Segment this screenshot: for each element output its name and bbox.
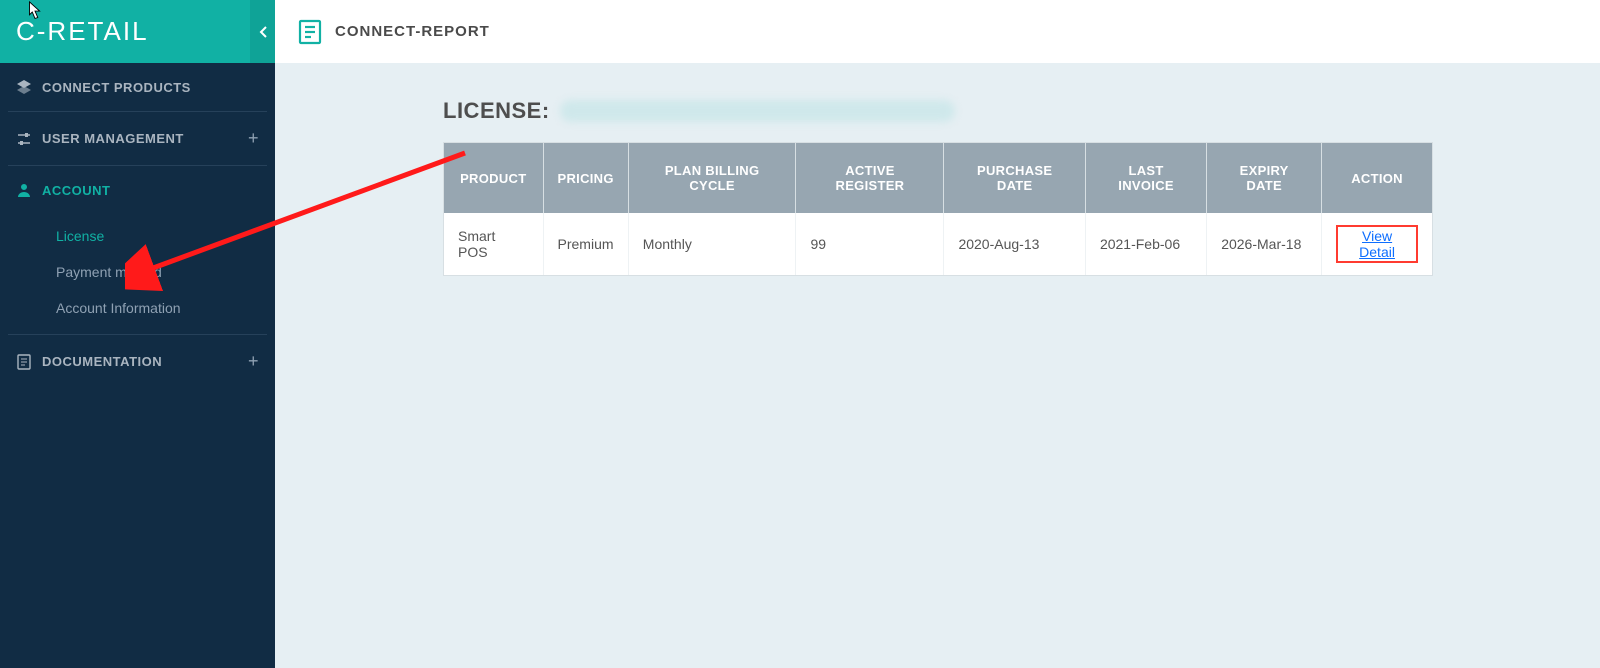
license-value-redacted (560, 100, 955, 122)
license-table: PRODUCT PRICING PLAN BILLING CYCLE ACTIV… (443, 142, 1433, 276)
cell-billing-cycle: Monthly (628, 213, 796, 275)
document-icon (16, 354, 32, 370)
cell-purchase-date: 2020-Aug-13 (944, 213, 1086, 275)
col-billing-cycle: PLAN BILLING CYCLE (628, 143, 796, 213)
layers-icon (16, 79, 32, 95)
sidebar-subitem-license[interactable]: License (8, 218, 267, 254)
cell-expiry-date: 2026-Mar-18 (1207, 213, 1322, 275)
report-icon (297, 19, 323, 45)
col-expiry-date: EXPIRY DATE (1207, 143, 1322, 213)
sidebar-subitem-label: Account Information (56, 300, 181, 316)
page-breadcrumb: CONNECT-REPORT (335, 23, 490, 40)
sidebar-collapse-button[interactable] (250, 0, 275, 63)
cell-pricing: Premium (543, 213, 628, 275)
sidebar-subitem-label: License (56, 228, 104, 244)
col-last-invoice: LAST INVOICE (1085, 143, 1206, 213)
expand-icon: + (248, 128, 259, 149)
col-active-register: ACTIVE REGISTER (796, 143, 944, 213)
page-title: LICENSE: (443, 98, 1552, 124)
cell-action: View Detail (1322, 213, 1432, 275)
table-row: Smart POS Premium Monthly 99 2020-Aug-13… (444, 213, 1432, 275)
col-purchase-date: PURCHASE DATE (944, 143, 1086, 213)
page-title-text: LICENSE: (443, 98, 550, 124)
main-area: CONNECT-REPORT LICENSE: PRODUCT PRICING … (275, 0, 1600, 668)
sidebar-item-label: ACCOUNT (42, 183, 111, 198)
sliders-icon (16, 131, 32, 147)
sidebar: C-RETAIL CONNECT PRODUCTS USER MANAGEMEN… (0, 0, 275, 668)
sidebar-item-connect-products[interactable]: CONNECT PRODUCTS (8, 63, 267, 112)
sidebar-item-user-management[interactable]: USER MANAGEMENT + (8, 112, 267, 166)
sidebar-item-label: DOCUMENTATION (42, 354, 162, 369)
user-icon (16, 182, 32, 198)
topbar: CONNECT-REPORT (275, 0, 1600, 63)
sidebar-subnav-account: License Payment method Account Informati… (8, 214, 267, 335)
chevron-left-icon (257, 25, 269, 39)
sidebar-subitem-payment-method[interactable]: Payment method (8, 254, 267, 290)
sidebar-item-label: CONNECT PRODUCTS (42, 80, 191, 95)
view-detail-link[interactable]: View Detail (1336, 225, 1418, 263)
content: LICENSE: PRODUCT PRICING PLAN BILLING CY… (275, 63, 1600, 311)
col-product: PRODUCT (444, 143, 543, 213)
cell-last-invoice: 2021-Feb-06 (1085, 213, 1206, 275)
brand-logo[interactable]: C-RETAIL (0, 0, 250, 63)
expand-icon: + (248, 351, 259, 372)
sidebar-item-documentation[interactable]: DOCUMENTATION + (8, 335, 267, 388)
sidebar-subitem-account-information[interactable]: Account Information (8, 290, 267, 326)
cell-active-register: 99 (796, 213, 944, 275)
col-pricing: PRICING (543, 143, 628, 213)
sidebar-subitem-label: Payment method (56, 264, 162, 280)
table-header-row: PRODUCT PRICING PLAN BILLING CYCLE ACTIV… (444, 143, 1432, 213)
sidebar-item-account[interactable]: ACCOUNT (8, 166, 267, 214)
cell-product: Smart POS (444, 213, 543, 275)
col-action: ACTION (1322, 143, 1432, 213)
sidebar-item-label: USER MANAGEMENT (42, 131, 184, 146)
sidebar-nav: CONNECT PRODUCTS USER MANAGEMENT + ACCOU… (0, 63, 275, 388)
